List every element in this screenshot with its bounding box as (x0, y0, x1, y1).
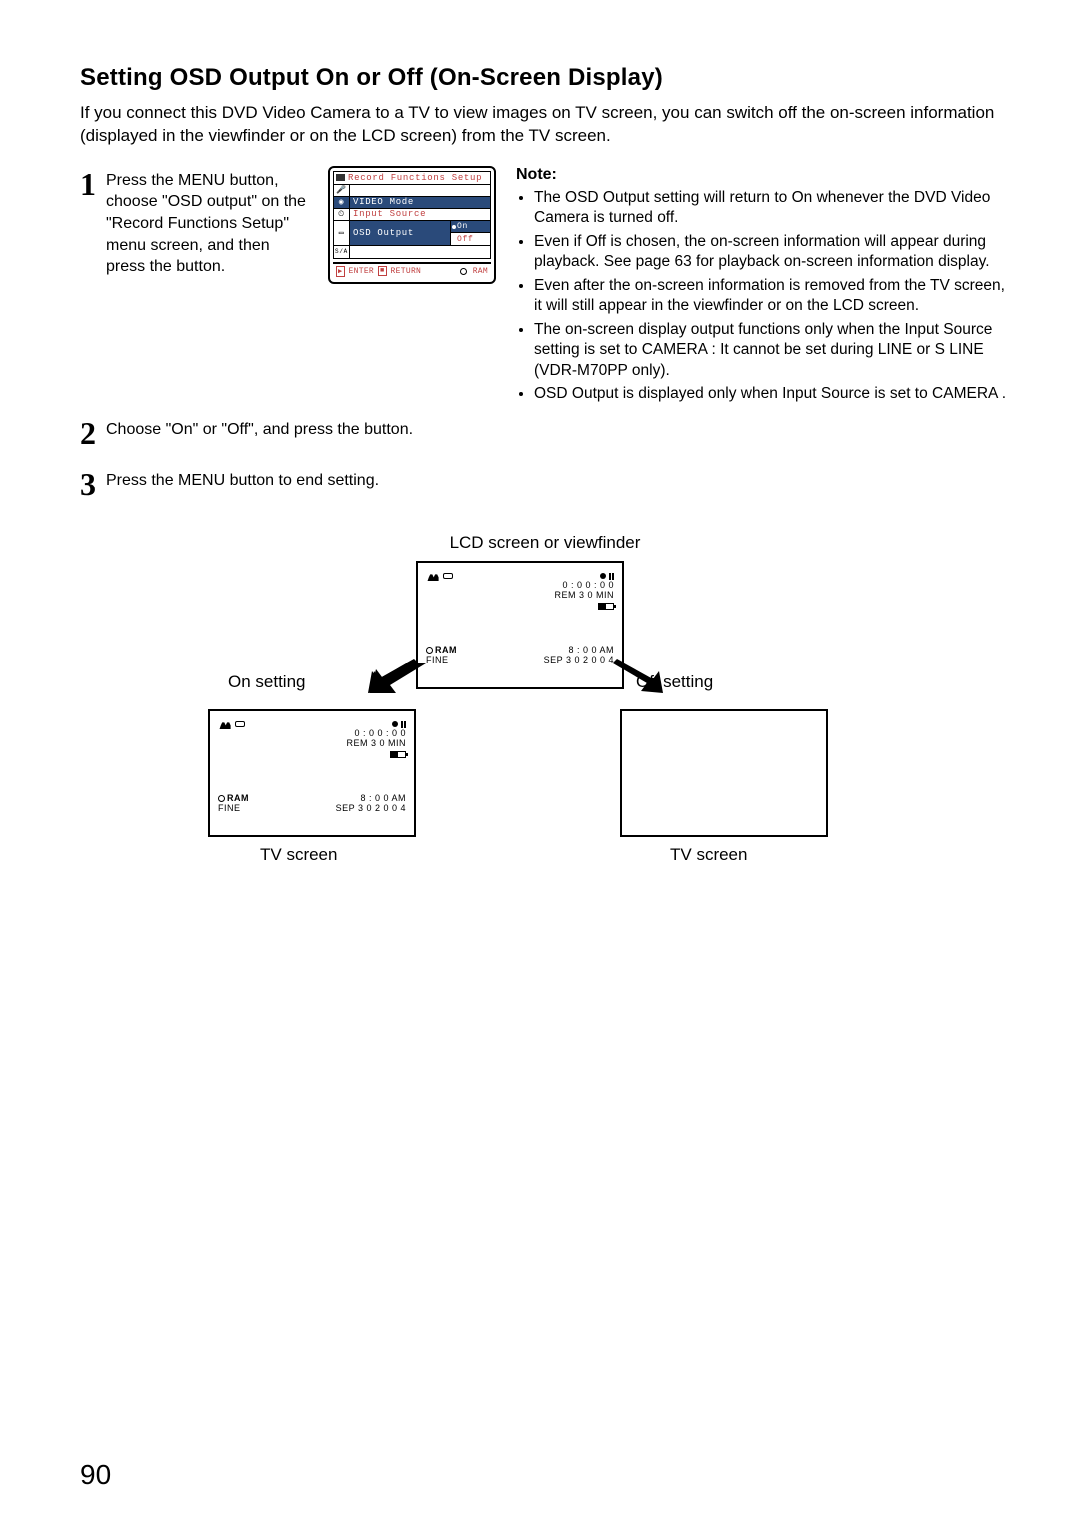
pause-icon (609, 573, 614, 580)
menu-footer: ▶ ENTER ■ RETURN RAM (333, 262, 491, 279)
disc-icon (426, 647, 433, 654)
osd-top-right: 0 : 0 0 : 0 0 REM 3 0 MIN (554, 571, 614, 613)
footer-ram: RAM (473, 267, 488, 276)
osd-top-right: 0 : 0 0 : 0 0 REM 3 0 MIN (346, 719, 406, 761)
step-3-text: Press the MENU button to end setting. (106, 470, 450, 492)
osd-remaining: REM 3 0 MIN (346, 739, 406, 749)
lcd-viewfinder-screen: 0 : 0 0 : 0 0 REM 3 0 MIN RAM FINE 8 : 0… (416, 561, 624, 689)
stop-icon: ■ (378, 266, 387, 276)
menu-item-4 (350, 246, 490, 258)
people-icon (426, 571, 440, 581)
ab-icon: S/A (334, 246, 350, 258)
note-item: Even if Off is chosen, the on-screen inf… (534, 232, 1010, 273)
step-1-text: Press the MENU button, choose "OSD outpu… (106, 170, 310, 278)
osd-bottom-left: RAM FINE (426, 646, 457, 666)
menu-row: ⏲ Input Source (334, 209, 490, 221)
clock-icon: ⏲ (334, 209, 350, 220)
disc-icon (460, 268, 467, 275)
footer-enter: ENTER (349, 267, 375, 276)
battery-icon (598, 603, 614, 610)
menu-row: ◉ VIDEO Mode (334, 197, 490, 209)
note-item: The on-screen display output functions o… (534, 320, 1010, 381)
osd-ram: RAM (435, 645, 457, 655)
tv-screen-label-left: TV screen (260, 845, 337, 865)
note-list: The OSD Output setting will return to On… (516, 188, 1010, 405)
step-number-3: 3 (80, 466, 100, 503)
note-item: Even after the on-screen information is … (534, 276, 1010, 317)
play-icon: ▶ (336, 266, 345, 277)
manual-page: Setting OSD Output On or Off (On-Screen … (0, 0, 1080, 1529)
osd-date: SEP 3 0 2 0 0 4 (544, 656, 614, 666)
page-title: Setting OSD Output On or Off (On-Screen … (80, 64, 1010, 92)
intro-paragraph: If you connect this DVD Video Camera to … (80, 102, 1010, 148)
menu-row: 🎤 (334, 185, 490, 197)
menu-item-input-source: Input Source (350, 209, 490, 220)
osd-diagram: LCD screen or viewfinder 0 : 0 0 : 0 0 R… (80, 533, 1010, 953)
osd-bottom-left: RAM FINE (218, 794, 249, 814)
osd-top-left (218, 719, 245, 729)
record-dot-icon (392, 721, 398, 727)
screen-icon: ▭ (334, 221, 350, 245)
tape-icon (443, 573, 453, 579)
people-icon (218, 719, 232, 729)
on-setting-label: On setting (228, 672, 306, 692)
osd-ram: RAM (227, 793, 249, 803)
step-number-1: 1 (80, 166, 100, 203)
diagram-caption: LCD screen or viewfinder (80, 533, 1010, 553)
osd-date: SEP 3 0 2 0 0 4 (336, 804, 406, 814)
menu-option-on: On (451, 221, 490, 234)
osd-top-left (426, 571, 453, 581)
osd-menu-box: Record Functions Setup 🎤 ◉ VIDEO Mode (328, 166, 496, 284)
camera-icon (336, 174, 345, 181)
content-columns: 1 Press the MENU button, choose "OSD out… (80, 166, 1010, 408)
step-2-text: Choose "On" or "Off", and press the butt… (106, 419, 450, 441)
menu-item-video-mode: VIDEO Mode (350, 197, 490, 208)
osd-bottom-right: 8 : 0 0 AM SEP 3 0 2 0 0 4 (336, 794, 406, 814)
menu-title: Record Functions Setup (334, 172, 490, 185)
osd-fine: FINE (426, 656, 457, 666)
pause-icon (401, 721, 406, 728)
battery-icon (390, 751, 406, 758)
menu-row: S/A (334, 246, 490, 258)
tape-icon (235, 721, 245, 727)
osd-fine: FINE (218, 804, 249, 814)
menu-screenshot-column: Record Functions Setup 🎤 ◉ VIDEO Mode (328, 166, 498, 408)
osd-bottom-right: 8 : 0 0 AM SEP 3 0 2 0 0 4 (544, 646, 614, 666)
menu-item-0 (350, 185, 490, 196)
note-heading: Note: (516, 166, 1010, 184)
off-setting-label: Off setting (636, 672, 713, 692)
steps-column: 1 Press the MENU button, choose "OSD out… (80, 166, 310, 408)
tv-screen-on: 0 : 0 0 : 0 0 REM 3 0 MIN RAM FINE 8 : 0… (208, 709, 416, 837)
menu-option-off: Off (451, 233, 490, 245)
page-number: 90 (80, 1459, 111, 1491)
note-item: The OSD Output setting will return to On… (534, 188, 1010, 229)
steps-234: 2 Choose "On" or "Off", and press the bu… (80, 415, 450, 503)
step-number-2: 2 (80, 415, 100, 452)
menu-item-osd-output: OSD Output (350, 221, 450, 245)
mic-icon: 🎤 (334, 185, 350, 196)
note-item: OSD Output is displayed only when Input … (534, 384, 1010, 404)
osd-remaining: REM 3 0 MIN (554, 591, 614, 601)
disc-icon: ◉ (334, 197, 350, 208)
tv-screen-label-right: TV screen (670, 845, 747, 865)
footer-return: RETURN (391, 267, 422, 276)
tv-screen-off (620, 709, 828, 837)
menu-title-text: Record Functions Setup (348, 173, 482, 183)
disc-icon (218, 795, 225, 802)
notes-column: Note: The OSD Output setting will return… (516, 166, 1010, 408)
arrow-down-left-icon (370, 663, 426, 693)
record-dot-icon (600, 573, 606, 579)
